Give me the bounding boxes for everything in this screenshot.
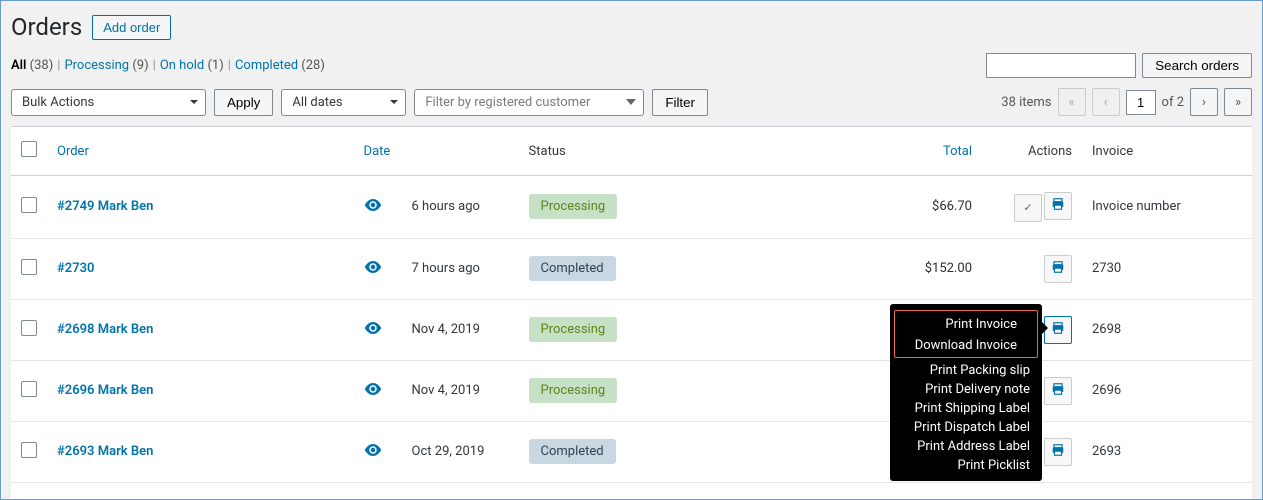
status-badge: Processing	[529, 194, 618, 219]
preview-icon[interactable]	[364, 444, 382, 460]
tooltip-item[interactable]: Print Packing slip	[890, 361, 1042, 380]
preview-icon[interactable]	[364, 322, 382, 338]
row-checkbox[interactable]	[21, 259, 37, 275]
status-badge: Completed	[529, 256, 616, 281]
col-status: Status	[519, 127, 805, 176]
page-next-button[interactable]: ›	[1190, 88, 1218, 116]
filter-on-hold[interactable]: On hold (1)	[160, 58, 224, 73]
date-filter-select[interactable]: All dates	[281, 89, 406, 116]
col-date[interactable]: Date	[354, 127, 519, 176]
invoice-number: Invoice number	[1082, 176, 1252, 239]
print-button[interactable]	[1044, 377, 1072, 405]
status-badge: Processing	[529, 317, 618, 342]
row-checkbox[interactable]	[21, 381, 37, 397]
order-date: 7 hours ago	[412, 261, 480, 276]
table-row: #2698 Mark BenNov 4, 2019Processing$28.7…	[11, 299, 1252, 360]
page-prev-button[interactable]: ‹	[1092, 88, 1120, 116]
page-current-input[interactable]	[1126, 90, 1156, 115]
invoice-number: 100026872019	[1082, 482, 1252, 500]
tooltip-item[interactable]: Download Invoice	[903, 334, 1029, 355]
tooltip-item[interactable]: Print Dispatch Label	[890, 418, 1042, 437]
table-row: #2696 Mark BenNov 4, 2019Processing$18.4…	[11, 360, 1252, 421]
filter-button[interactable]: Filter	[652, 89, 708, 116]
print-button[interactable]	[1044, 255, 1072, 283]
order-link[interactable]: #2698 Mark Ben	[57, 322, 153, 337]
order-date: Oct 29, 2019	[412, 444, 485, 459]
print-button[interactable]	[1044, 316, 1072, 344]
preview-icon[interactable]	[364, 199, 382, 215]
status-badge: Completed	[529, 439, 616, 464]
row-checkbox[interactable]	[21, 320, 37, 336]
col-order[interactable]: Order	[47, 127, 354, 176]
check-icon	[1023, 200, 1032, 215]
preview-icon[interactable]	[364, 383, 382, 399]
page-first-button[interactable]: «	[1058, 88, 1086, 116]
col-actions: Actions	[982, 127, 1082, 176]
order-link[interactable]: #2696 Mark Ben	[57, 383, 153, 398]
select-all-checkbox[interactable]	[21, 141, 37, 157]
printer-icon	[1051, 382, 1065, 400]
table-row: #2693 Mark BenOct 29, 2019Completed$51.7…	[11, 421, 1252, 482]
tooltip-item[interactable]: Print Invoice	[903, 313, 1029, 334]
print-menu-tooltip: Print InvoiceDownload Invoice Print Packi…	[890, 304, 1042, 481]
tooltip-item[interactable]: Print Picklist	[890, 456, 1042, 475]
bulk-actions-select[interactable]: Bulk Actions	[11, 89, 206, 116]
table-row: #2687 Mark BenOct 17, 2019Processing$18.…	[11, 482, 1252, 500]
preview-icon[interactable]	[364, 261, 382, 277]
search-input[interactable]	[986, 53, 1136, 78]
invoice-number: 2698	[1082, 299, 1252, 360]
tooltip-item[interactable]: Print Shipping Label	[890, 399, 1042, 418]
order-date: Nov 4, 2019	[412, 383, 480, 398]
table-row: #2730 7 hours ago Completed $152.00 2730	[11, 238, 1252, 299]
add-order-button[interactable]: Add order	[92, 15, 171, 40]
col-total[interactable]: Total	[805, 127, 982, 176]
status-filters: All (38)|Processing (9)|On hold (1)|Comp…	[11, 58, 325, 73]
customer-filter-select[interactable]: Filter by registered customer	[414, 89, 644, 116]
tooltip-item[interactable]: Print Address Label	[890, 437, 1042, 456]
col-invoice: Invoice	[1082, 127, 1252, 176]
order-link[interactable]: #2693 Mark Ben	[57, 444, 153, 459]
filter-processing[interactable]: Processing (9)	[64, 58, 148, 73]
item-count-label: 38 items	[1001, 95, 1051, 110]
page-of-label: of 2	[1162, 95, 1184, 110]
status-badge: Processing	[529, 378, 618, 403]
printer-icon	[1051, 443, 1065, 461]
printer-icon	[1051, 197, 1065, 215]
invoice-number: 2730	[1082, 238, 1252, 299]
printer-icon	[1051, 260, 1065, 278]
order-link[interactable]: #2730	[57, 261, 94, 276]
printer-icon	[1051, 321, 1065, 339]
order-total: $66.70	[805, 176, 982, 239]
invoice-number: 2693	[1082, 421, 1252, 482]
tooltip-item[interactable]: Print Delivery note	[890, 380, 1042, 399]
filter-completed[interactable]: Completed (28)	[235, 58, 325, 73]
order-total: $18.00	[805, 482, 982, 500]
table-row: #2749 Mark Ben 6 hours ago Processing $66.7…	[11, 176, 1252, 239]
search-orders-button[interactable]: Search orders	[1142, 53, 1252, 78]
print-button[interactable]	[1044, 438, 1072, 466]
page-title: Orders	[11, 13, 82, 41]
order-date: 6 hours ago	[412, 199, 480, 214]
order-date: Nov 4, 2019	[412, 322, 480, 337]
complete-order-button[interactable]	[1014, 194, 1042, 222]
order-link[interactable]: #2749 Mark Ben	[57, 199, 153, 214]
print-button[interactable]	[1044, 192, 1072, 220]
invoice-number: 2696	[1082, 360, 1252, 421]
filter-all[interactable]: All (38)	[11, 58, 53, 73]
row-checkbox[interactable]	[21, 197, 37, 213]
row-checkbox[interactable]	[21, 442, 37, 458]
order-total: $152.00	[805, 238, 982, 299]
apply-button[interactable]: Apply	[214, 89, 273, 116]
page-last-button[interactable]: »	[1224, 88, 1252, 116]
